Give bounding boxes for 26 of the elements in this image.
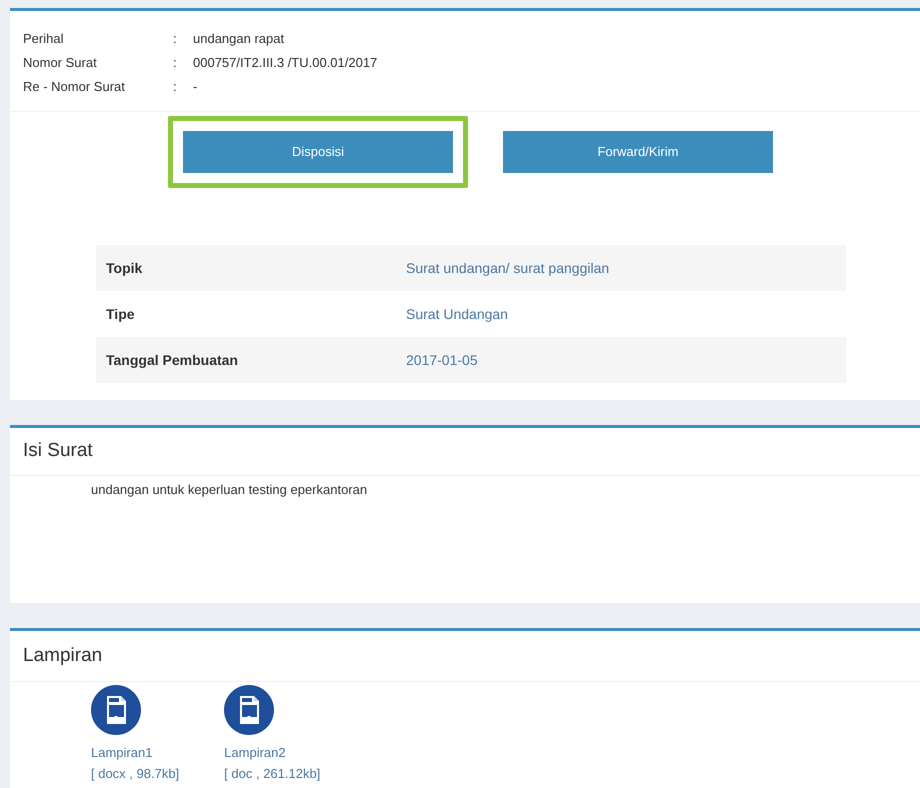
field-value: - xyxy=(193,78,198,96)
field-value: undangan rapat xyxy=(193,30,284,48)
table-cell-text: Surat undangan/ surat panggilan xyxy=(405,258,610,278)
field-separator: : xyxy=(173,54,178,72)
table-cell-text: Tipe xyxy=(105,304,136,324)
field-separator: : xyxy=(173,78,178,96)
field-separator: : xyxy=(173,30,178,48)
field-label: Re - Nomor Surat xyxy=(23,78,126,96)
disposisi-button[interactable]: Disposisi xyxy=(183,131,453,173)
field-value: 000757/IT2.III.3 /TU.00.01/2017 xyxy=(193,54,378,72)
table-cell-text: Topik xyxy=(105,258,144,278)
field-label: Perihal xyxy=(23,30,64,48)
section-title: Isi Surat xyxy=(23,439,93,464)
attachment-link[interactable]: Lampiran2 xyxy=(224,743,286,763)
document-download-icon[interactable] xyxy=(224,685,274,735)
attachment-meta: [ docx , 98.7kb] xyxy=(91,765,180,783)
table-cell-text: Tanggal Pembuatan xyxy=(105,350,239,370)
table-cell-text: Surat Undangan xyxy=(405,304,508,324)
forward-button[interactable]: Forward/Kirim xyxy=(503,131,773,173)
letter-body: undangan untuk keperluan testing eperkantoran xyxy=(90,481,368,499)
field-label: Nomor Surat xyxy=(23,54,98,72)
section-title: Lampiran xyxy=(23,644,102,668)
attachment-link[interactable]: Lampiran1 xyxy=(91,743,152,763)
document-download-icon[interactable] xyxy=(91,685,141,735)
table-cell-text: 2017-01-05 xyxy=(405,350,478,370)
attachment-meta: [ doc , 261.12kb] xyxy=(224,765,320,783)
